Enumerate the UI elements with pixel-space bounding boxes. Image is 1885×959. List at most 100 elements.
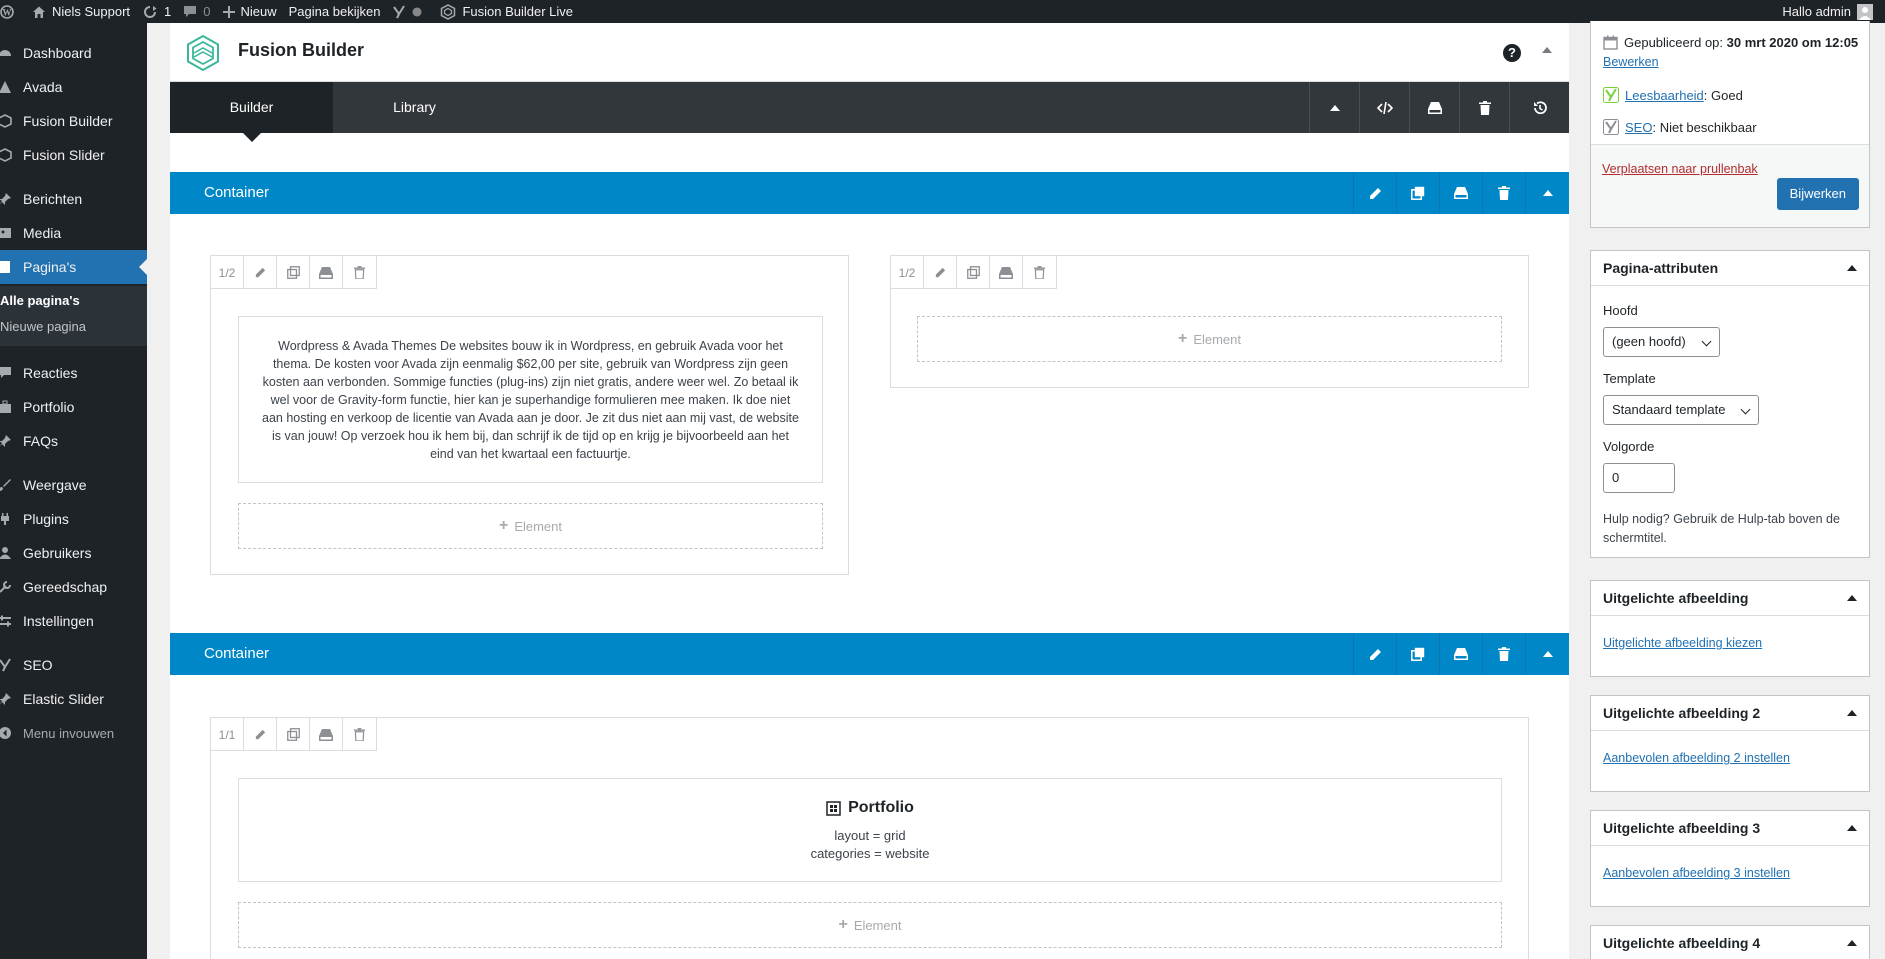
tab-builder[interactable]: Builder bbox=[170, 82, 333, 142]
clone-column-button[interactable] bbox=[957, 256, 990, 289]
box-header[interactable]: Uitgelichte afbeelding 4 bbox=[1591, 926, 1869, 959]
delete-column-button[interactable] bbox=[1023, 256, 1056, 289]
sidebar-item-instellingen[interactable]: Instellingen bbox=[0, 604, 147, 638]
comment-icon bbox=[0, 367, 11, 378]
sidebar-item-weergave[interactable]: Weergave bbox=[0, 468, 147, 502]
seo-row: SEO: Niet beschikbaar bbox=[1603, 119, 1757, 135]
submenu-all-pages[interactable]: Alle pagina's bbox=[0, 293, 80, 308]
update-button[interactable]: Bijwerken bbox=[1776, 178, 1859, 210]
edit-container-button[interactable] bbox=[1353, 633, 1396, 675]
move-to-trash-link[interactable]: Verplaatsen naar prullenbak bbox=[1602, 162, 1758, 176]
sidebar-collapse-menu[interactable]: Menu invouwen bbox=[0, 716, 147, 750]
wp-logo-icon[interactable]: W bbox=[0, 0, 26, 23]
clone-column-button[interactable] bbox=[277, 256, 310, 289]
submenu-new-page[interactable]: Nieuwe pagina bbox=[0, 319, 86, 334]
clone-container-button[interactable] bbox=[1396, 172, 1439, 214]
column-size[interactable]: 1/2 bbox=[891, 256, 924, 289]
save-template-button[interactable] bbox=[1409, 82, 1459, 133]
featured-image-link[interactable]: Uitgelichte afbeelding kiezen bbox=[1603, 636, 1762, 650]
save-container-button[interactable] bbox=[1439, 172, 1482, 214]
code-view-button[interactable] bbox=[1359, 82, 1409, 133]
collapse-box-icon[interactable] bbox=[1847, 595, 1857, 601]
collapse-panel-icon[interactable] bbox=[1542, 47, 1552, 53]
delete-container-button[interactable] bbox=[1482, 633, 1525, 675]
sidebar-item-fusion-slider[interactable]: Fusion Slider bbox=[0, 138, 147, 172]
collapse-box-icon[interactable] bbox=[1847, 710, 1857, 716]
order-input[interactable]: 0 bbox=[1603, 463, 1675, 493]
sidebar-item-avada[interactable]: Avada bbox=[0, 70, 147, 104]
sidebar-item-gereedschap[interactable]: Gereedschap bbox=[0, 570, 147, 604]
column-size[interactable]: 1/2 bbox=[211, 256, 244, 289]
edit-column-button[interactable] bbox=[244, 718, 277, 751]
clone-container-button[interactable] bbox=[1396, 633, 1439, 675]
toggle-container-button[interactable] bbox=[1525, 172, 1569, 214]
sidebar-item-dashboard[interactable]: Dashboard bbox=[0, 36, 147, 70]
box-header[interactable]: Uitgelichte afbeelding 2 bbox=[1591, 696, 1869, 731]
collapse-box-icon[interactable] bbox=[1847, 825, 1857, 831]
sidebar-item-elastic-slider[interactable]: Elastic Slider bbox=[0, 682, 147, 716]
portfolio-icon bbox=[0, 400, 11, 413]
collapse-box-icon[interactable] bbox=[1847, 265, 1857, 271]
save-column-button[interactable] bbox=[310, 256, 343, 289]
sidebar-item-media[interactable]: Media bbox=[0, 216, 147, 250]
sidebar-item-seo[interactable]: SEO bbox=[0, 648, 147, 682]
column-size[interactable]: 1/1 bbox=[211, 718, 244, 751]
save-column-button[interactable] bbox=[310, 718, 343, 751]
help-icon[interactable]: ? bbox=[1503, 44, 1521, 62]
sidebar-item-gebruikers[interactable]: Gebruikers bbox=[0, 536, 147, 570]
sidebar-item-fusion-builder[interactable]: Fusion Builder bbox=[0, 104, 147, 138]
site-name-link[interactable]: Niels Support bbox=[26, 0, 136, 23]
save-column-button[interactable] bbox=[990, 256, 1023, 289]
delete-column-button[interactable] bbox=[343, 718, 376, 751]
sidebar-item-faqs[interactable]: FAQs bbox=[0, 424, 147, 458]
add-element-button[interactable]: + Element bbox=[238, 902, 1502, 948]
add-element-button[interactable]: + Element bbox=[238, 503, 823, 549]
edit-date-link[interactable]: Bewerken bbox=[1603, 55, 1659, 69]
save-container-button[interactable] bbox=[1439, 633, 1482, 675]
featured-image-2-title: Uitgelichte afbeelding 2 bbox=[1603, 705, 1761, 721]
view-page-link[interactable]: Pagina bekijken bbox=[283, 0, 387, 23]
pages-submenu: Alle pagina's Nieuwe pagina bbox=[0, 286, 147, 346]
yoast-menu[interactable] bbox=[386, 0, 434, 23]
seo-link[interactable]: SEO bbox=[1625, 120, 1652, 135]
edit-column-button[interactable] bbox=[244, 256, 277, 289]
clone-column-button[interactable] bbox=[277, 718, 310, 751]
readability-yoast-icon bbox=[1603, 87, 1619, 103]
comment-icon bbox=[184, 5, 197, 17]
readability-link[interactable]: Leesbaarheid bbox=[1625, 88, 1704, 103]
avatar bbox=[1857, 3, 1873, 20]
new-content-link[interactable]: Nieuw bbox=[217, 0, 283, 23]
sidebar-item-berichten[interactable]: Berichten bbox=[0, 182, 147, 216]
updates-link[interactable]: 1 bbox=[136, 0, 177, 23]
delete-all-button[interactable] bbox=[1459, 82, 1509, 133]
featured-image-2-link[interactable]: Aanbevolen afbeelding 2 instellen bbox=[1603, 751, 1790, 765]
edit-container-button[interactable] bbox=[1353, 172, 1396, 214]
tab-library[interactable]: Library bbox=[333, 82, 496, 133]
sidebar-item-plugins[interactable]: Plugins bbox=[0, 502, 147, 536]
account-menu[interactable]: Hallo admin bbox=[1776, 0, 1885, 23]
portfolio-element[interactable]: Portfolio layout = grid categories = web… bbox=[238, 778, 1502, 882]
toggle-container-button[interactable] bbox=[1525, 633, 1569, 675]
delete-column-button[interactable] bbox=[343, 256, 376, 289]
parent-select[interactable]: (geen hoofd) bbox=[1603, 327, 1720, 357]
sidebar-item-portfolio[interactable]: Portfolio bbox=[0, 390, 147, 424]
text-element[interactable]: Wordpress & Avada Themes De websites bou… bbox=[238, 316, 823, 483]
fusion-builder-live-link[interactable]: Fusion Builder Live bbox=[434, 0, 579, 23]
featured-image-3-link[interactable]: Aanbevolen afbeelding 3 instellen bbox=[1603, 866, 1790, 880]
delete-container-button[interactable] bbox=[1482, 172, 1525, 214]
collapse-box-icon[interactable] bbox=[1847, 940, 1857, 946]
history-button[interactable] bbox=[1509, 82, 1569, 133]
comments-link[interactable]: 0 bbox=[177, 0, 216, 23]
sidebar-item-reacties[interactable]: Reacties bbox=[0, 356, 147, 390]
toggle-all-button[interactable] bbox=[1309, 82, 1359, 133]
builder-tabbar: Builder Library bbox=[170, 82, 1569, 142]
sidebar-item-label: Berichten bbox=[23, 191, 83, 207]
box-header[interactable]: Uitgelichte afbeelding 3 bbox=[1591, 811, 1869, 846]
sidebar-item-paginas[interactable]: Pagina's bbox=[0, 250, 147, 284]
template-select[interactable]: Standaard template bbox=[1603, 395, 1759, 425]
add-element-button[interactable]: + Element bbox=[917, 316, 1502, 362]
plus-icon bbox=[222, 5, 235, 18]
box-header[interactable]: Pagina-attributen bbox=[1591, 251, 1869, 286]
edit-column-button[interactable] bbox=[924, 256, 957, 289]
box-header[interactable]: Uitgelichte afbeelding bbox=[1591, 581, 1869, 616]
